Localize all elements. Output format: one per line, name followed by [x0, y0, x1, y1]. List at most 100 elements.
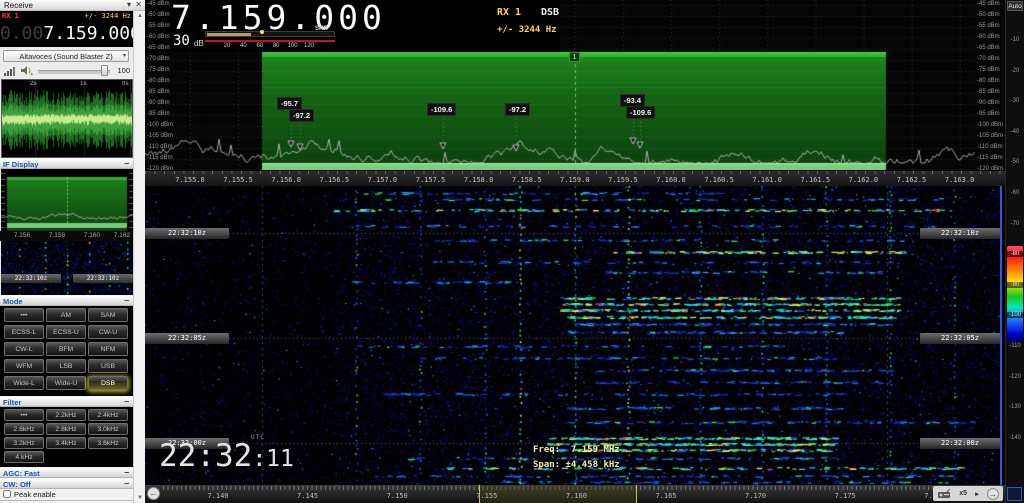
frequency-display[interactable]: 0.007.159.000 — [0, 21, 133, 47]
filter-button-2-8khz[interactable]: 2.8kHz — [46, 423, 86, 435]
volume-slider-track[interactable] — [38, 70, 110, 74]
if-frequency-axis: 7.1567.1587.1607.162 — [0, 231, 133, 241]
range-slider-marker[interactable] — [260, 30, 264, 34]
play-button[interactable]: ▸ — [975, 490, 979, 498]
waterfall-timestamp-left: 22:32:10z — [145, 228, 229, 239]
if-spectrum[interactable] — [1, 169, 133, 231]
mode-button-sam[interactable]: SAM — [88, 308, 128, 322]
mode-button--[interactable]: ••• — [4, 308, 44, 322]
palette-scale-label: -140 — [1006, 435, 1024, 441]
axis-label: 7.155.0 — [173, 176, 207, 184]
volume-row: 100 — [0, 63, 133, 79]
dbm-label: -110 dBm — [977, 144, 1003, 150]
waterfall-timestamp-right: 22:32:00z — [920, 438, 1000, 449]
dbm-label: -105 dBm — [147, 133, 173, 139]
navigator-freq-label: 7.165 — [650, 492, 682, 500]
mode-button-wide-u[interactable]: Wide-U — [46, 376, 86, 390]
spectrum-frequency-axis[interactable]: 7.155.07.155.57.156.07.156.57.157.07.157… — [145, 170, 1005, 186]
dbm-label: -65 dBm — [147, 45, 170, 51]
dbm-label: -105 dBm — [977, 133, 1003, 139]
filter-button--[interactable]: ••• — [4, 409, 44, 421]
panel-scrollbar[interactable]: ▲ ▼ — [133, 11, 145, 503]
axis-label: 7.162.0 — [846, 176, 880, 184]
mode-button-am[interactable]: AM — [46, 308, 86, 322]
filter-button-2-2khz[interactable]: 2.2kHz — [46, 409, 86, 421]
collapse-icon[interactable]: ‒ — [125, 297, 129, 305]
channel-marker[interactable]: 1 — [569, 52, 580, 62]
mode-button-cw-u[interactable]: CW-U — [88, 325, 128, 339]
audio-device-value: Altavoces (Sound Blaster Z) — [19, 52, 112, 61]
volume-value: 100 — [117, 66, 130, 75]
filter-header[interactable]: Filter ‒ — [0, 396, 133, 407]
filter-button-3-6khz[interactable]: 3.6kHz — [88, 437, 128, 449]
mode-button-usb[interactable]: USB — [88, 359, 128, 373]
frequency-navigator[interactable]: 7.1407.1457.1507.1557.1607.1657.1707.175… — [145, 485, 1005, 503]
peak-enable-row: Peak enable — [0, 489, 133, 500]
palette-scrollbar-thumb[interactable] — [1007, 487, 1022, 501]
scroll-down-icon[interactable]: ▼ — [135, 495, 145, 501]
collapse-icon[interactable]: ‒ — [125, 398, 129, 406]
mode-button-bfm[interactable]: BFM — [46, 342, 86, 356]
waterfall-timestamp-left: 22:32:05z — [145, 333, 229, 344]
agc-header[interactable]: AGC: Fast ‒ — [0, 467, 133, 478]
axis-ticks — [145, 171, 1005, 174]
utc-clock: 22:32:11 UTC — [159, 438, 294, 474]
palette-scale-label: -30 — [1006, 98, 1024, 104]
dbm-scale-left: -45 dBm-50 dBm-55 dBm-60 dBm-65 dBm-70 d… — [147, 0, 177, 170]
mode-button-ecss-u[interactable]: ECSS-U — [46, 325, 86, 339]
collapse-icon[interactable]: ‒ — [125, 160, 129, 168]
volume-slider-handle[interactable] — [101, 65, 108, 76]
mode-button-dsb[interactable]: DSB — [88, 376, 128, 390]
dbm-label: -100 dBm — [147, 122, 173, 128]
speaker-icon[interactable] — [20, 65, 33, 76]
palette-gradient-bar[interactable] — [1007, 246, 1023, 342]
mode-button-wfm[interactable]: WFM — [4, 359, 44, 373]
waterfall[interactable]: 22:32:10z22:32:10z22:32:05z22:32:05z22:3… — [145, 186, 1000, 485]
mode-button-nfm[interactable]: NFM — [88, 342, 128, 356]
mode-button-lsb[interactable]: LSB — [46, 359, 86, 373]
scroll-up-icon[interactable]: ▲ — [135, 13, 145, 19]
dbm-label: -80 dBm — [977, 78, 1000, 84]
range-slider-fill[interactable] — [207, 33, 251, 36]
palette-scale-label: -50 — [1006, 159, 1024, 165]
dbm-label: -50 dBm — [147, 12, 170, 18]
filter-button-2-4khz[interactable]: 2.4kHz — [88, 409, 128, 421]
peak-readout: -97.2 — [289, 109, 314, 122]
dbm-label: -100 dBm — [977, 122, 1003, 128]
axis-label: 7.157.0 — [365, 176, 399, 184]
peak-readout: -109.6 — [626, 106, 655, 119]
collapse-icon[interactable]: ‒ — [125, 480, 129, 488]
if-waterfall[interactable]: 22:32:10z 22:32:10z — [1, 241, 133, 295]
mode-button-wide-l[interactable]: Wide-L — [4, 376, 44, 390]
filter-button-2-6khz[interactable]: 2.6kHz — [4, 423, 44, 435]
auto-button[interactable]: Auto — [1007, 1, 1023, 11]
mode-button-ecss-l[interactable]: ECSS-L — [4, 325, 44, 339]
dbm-label: -45 dBm — [977, 1, 1000, 7]
mode-header[interactable]: Mode ‒ — [0, 295, 133, 306]
filter-button-4-khz[interactable]: 4 kHz — [4, 451, 44, 463]
filter-button-3-0khz[interactable]: 3.0kHz — [88, 423, 128, 435]
chevron-down-icon[interactable]: ▾ — [127, 0, 131, 9]
mode-button-cw-l[interactable]: CW-L — [4, 342, 44, 356]
scope-tick: 1s — [80, 81, 87, 87]
axis-label: 7.161.0 — [750, 176, 784, 184]
scroll-right-button[interactable]: → — [987, 488, 999, 500]
cw-header[interactable]: CW: Off ‒ — [0, 478, 133, 489]
radio-icon[interactable] — [937, 489, 951, 499]
filter-button-3-4khz[interactable]: 3.4kHz — [46, 437, 86, 449]
agc-value: AGC: Fast — [3, 469, 40, 478]
axis-label: 7.158.0 — [462, 176, 496, 184]
close-icon[interactable]: ✕ — [135, 0, 142, 9]
zoom-x5-button[interactable]: x5 — [959, 490, 967, 497]
receive-panel-titlebar[interactable]: Receive ▾ ✕ — [0, 0, 145, 11]
dbm-label: -90 dBm — [147, 100, 170, 106]
axis-label: 7.160.5 — [702, 176, 736, 184]
collapse-icon[interactable]: ‒ — [125, 469, 129, 477]
audio-device-select[interactable]: Altavoces (Sound Blaster Z) ▾ — [3, 50, 129, 62]
navigator-freq-label: 7.150 — [381, 492, 413, 500]
if-display-header[interactable]: IF Display ‒ — [0, 158, 133, 169]
filter-button-3-2khz[interactable]: 3.2kHz — [4, 437, 44, 449]
peak-enable-checkbox[interactable] — [3, 490, 11, 498]
axis-label: 7.160.0 — [654, 176, 688, 184]
scroll-left-button[interactable]: ← — [147, 487, 160, 500]
